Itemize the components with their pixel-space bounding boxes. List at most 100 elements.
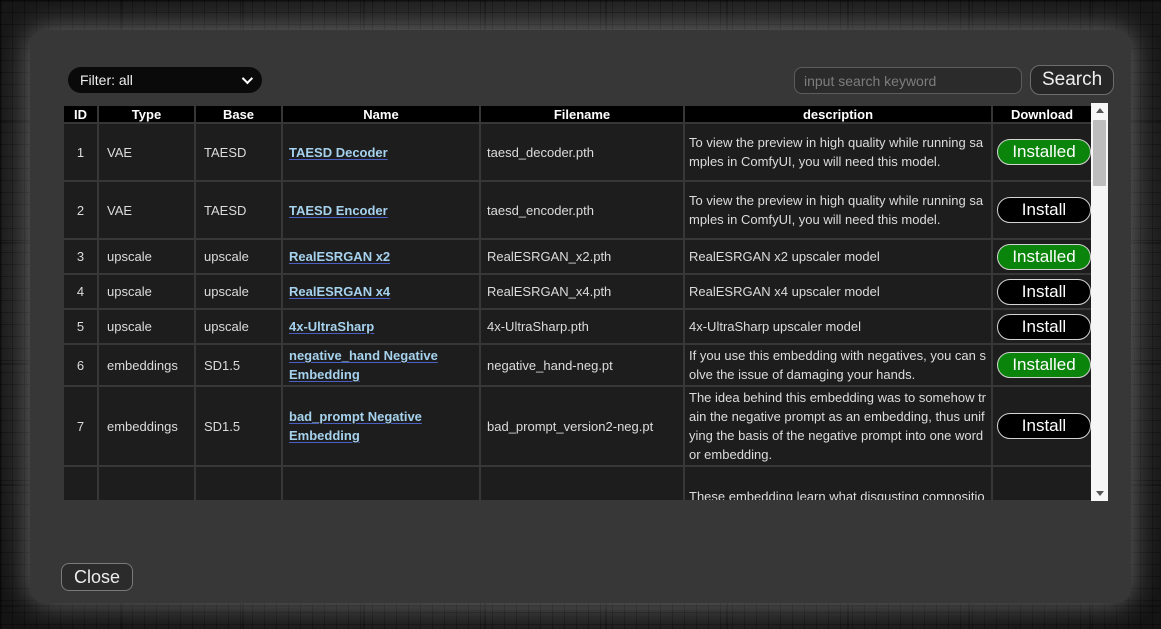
cell-base: SD1.5: [195, 386, 282, 466]
cell-base: upscale: [195, 274, 282, 309]
cell-filename: taesd_decoder.pth: [480, 123, 684, 181]
table-row: 2VAETAESD TAESD Encoder taesd_encoder.pthT…: [63, 181, 1091, 239]
cell-description: RealESRGAN x2 upscaler model: [684, 239, 992, 274]
cell-base: TAESD: [195, 181, 282, 239]
cell-download: [992, 466, 1091, 500]
cell-name: RealESRGAN x2: [282, 239, 480, 274]
cell-type: VAE: [98, 181, 195, 239]
cell-name: RealESRGAN x4: [282, 274, 480, 309]
cell-base: TAESD: [195, 123, 282, 181]
install-button[interactable]: Install: [997, 279, 1091, 305]
cell-name: 4x-UltraSharp: [282, 309, 480, 344]
cell-download: Installed: [992, 239, 1091, 274]
close-button[interactable]: Close: [61, 563, 133, 591]
cell-download: Install: [992, 181, 1091, 239]
cell-base: upscale: [195, 309, 282, 344]
cell-name: [282, 466, 480, 500]
cell-id: 5: [63, 309, 98, 344]
install-button[interactable]: Install: [997, 197, 1091, 223]
cell-id: [63, 466, 98, 500]
cell-description: RealESRGAN x4 upscaler model: [684, 274, 992, 309]
cell-name: TAESD Decoder: [282, 123, 480, 181]
cell-type: embeddings: [98, 344, 195, 386]
cell-type: VAE: [98, 123, 195, 181]
column-header-id: ID: [63, 105, 98, 123]
cell-filename: 4x-UltraSharp.pth: [480, 309, 684, 344]
search-button[interactable]: Search: [1030, 65, 1114, 95]
cell-type: upscale: [98, 309, 195, 344]
cell-filename: [480, 466, 684, 500]
filter-select-label: Filter: all: [80, 72, 133, 88]
cell-type: upscale: [98, 239, 195, 274]
model-table: IDTypeBaseNameFilenamedescriptionDownloa…: [62, 104, 1091, 500]
model-link[interactable]: TAESD Encoder: [289, 203, 388, 218]
table-row: These embedding learn what disgusting co…: [63, 466, 1091, 500]
cell-download: Installed: [992, 344, 1091, 386]
table-row: 4upscaleupscaleRealESRGAN x4RealESRGAN_x…: [63, 274, 1091, 309]
model-link[interactable]: TAESD Decoder: [289, 145, 388, 160]
column-header-description: description: [684, 105, 992, 123]
cell-name: TAESD Encoder: [282, 181, 480, 239]
cell-id: 3: [63, 239, 98, 274]
cell-base: SD1.5: [195, 344, 282, 386]
cell-filename: taesd_encoder.pth: [480, 181, 684, 239]
cell-base: [195, 466, 282, 500]
model-link[interactable]: RealESRGAN x2: [289, 249, 390, 264]
cell-filename: negative_hand-neg.pt: [480, 344, 684, 386]
cell-name: negative_hand Negative Embedding: [282, 344, 480, 386]
table-row: 3upscaleupscaleRealESRGAN x2RealESRGAN_x…: [63, 239, 1091, 274]
model-link[interactable]: RealESRGAN x4: [289, 284, 390, 299]
model-link[interactable]: bad_prompt Negative Embedding: [289, 409, 422, 443]
scrollbar-thumb[interactable]: [1093, 120, 1106, 186]
chevron-down-icon: [242, 73, 253, 84]
model-manager-dialog: Filter: all Search IDTypeBaseNameFilenam…: [30, 30, 1131, 603]
table-row: 5upscaleupscale4x-UltraSharp4x-UltraShar…: [63, 309, 1091, 344]
cell-description: The idea behind this embedding was to so…: [684, 386, 992, 466]
cell-id: 6: [63, 344, 98, 386]
cell-description: These embedding learn what disgusting co…: [684, 466, 992, 500]
table-scrollbar[interactable]: [1091, 103, 1108, 501]
table-header-row: IDTypeBaseNameFilenamedescriptionDownloa…: [63, 105, 1091, 123]
column-header-name: Name: [282, 105, 480, 123]
search-input[interactable]: [794, 67, 1022, 94]
cell-download: Install: [992, 386, 1091, 466]
filter-select[interactable]: Filter: all: [68, 67, 262, 93]
cell-filename: RealESRGAN_x2.pth: [480, 239, 684, 274]
table-row: 6embeddingsSD1.5negative_hand Negative E…: [63, 344, 1091, 386]
column-header-filename: Filename: [480, 105, 684, 123]
column-header-base: Base: [195, 105, 282, 123]
model-table-body: 1VAETAESDTAESD Decodertaesd_decoder.pthT…: [63, 123, 1091, 500]
cell-id: 2: [63, 181, 98, 239]
cell-download: Install: [992, 309, 1091, 344]
triangle-down-icon: [1096, 491, 1104, 496]
installed-button[interactable]: Installed: [997, 139, 1091, 165]
cell-description: 4x-UltraSharp upscaler model: [684, 309, 992, 344]
cell-id: 7: [63, 386, 98, 466]
model-link[interactable]: 4x-UltraSharp: [289, 319, 374, 334]
cell-download: Install: [992, 274, 1091, 309]
cell-download: Installed: [992, 123, 1091, 181]
cell-name: bad_prompt Negative Embedding: [282, 386, 480, 466]
cell-type: [98, 466, 195, 500]
scroll-up-button[interactable]: [1091, 103, 1108, 118]
cell-description: To view the preview in high quality whil…: [684, 123, 992, 181]
column-header-download: Download: [992, 105, 1091, 123]
cell-description: If you use this embedding with negatives…: [684, 344, 992, 386]
table-row: 1VAETAESD TAESD Decoder taesd_decoder.pthT…: [63, 123, 1091, 181]
model-link[interactable]: negative_hand Negative Embedding: [289, 348, 438, 382]
triangle-up-icon: [1096, 108, 1104, 113]
table-row: 7embeddingsSD1.5bad_prompt Negative Embe…: [63, 386, 1091, 466]
install-button[interactable]: Install: [997, 413, 1091, 439]
cell-id: 1: [63, 123, 98, 181]
cell-type: embeddings: [98, 386, 195, 466]
cell-description: To view the preview in high quality whil…: [684, 181, 992, 239]
column-header-type: Type: [98, 105, 195, 123]
cell-filename: bad_prompt_version2-neg.pt: [480, 386, 684, 466]
cell-type: upscale: [98, 274, 195, 309]
installed-button[interactable]: Installed: [997, 244, 1091, 270]
install-button[interactable]: Install: [997, 314, 1091, 340]
scroll-down-button[interactable]: [1091, 486, 1108, 501]
installed-button[interactable]: Installed: [997, 352, 1091, 378]
cell-id: 4: [63, 274, 98, 309]
cell-filename: RealESRGAN_x4.pth: [480, 274, 684, 309]
